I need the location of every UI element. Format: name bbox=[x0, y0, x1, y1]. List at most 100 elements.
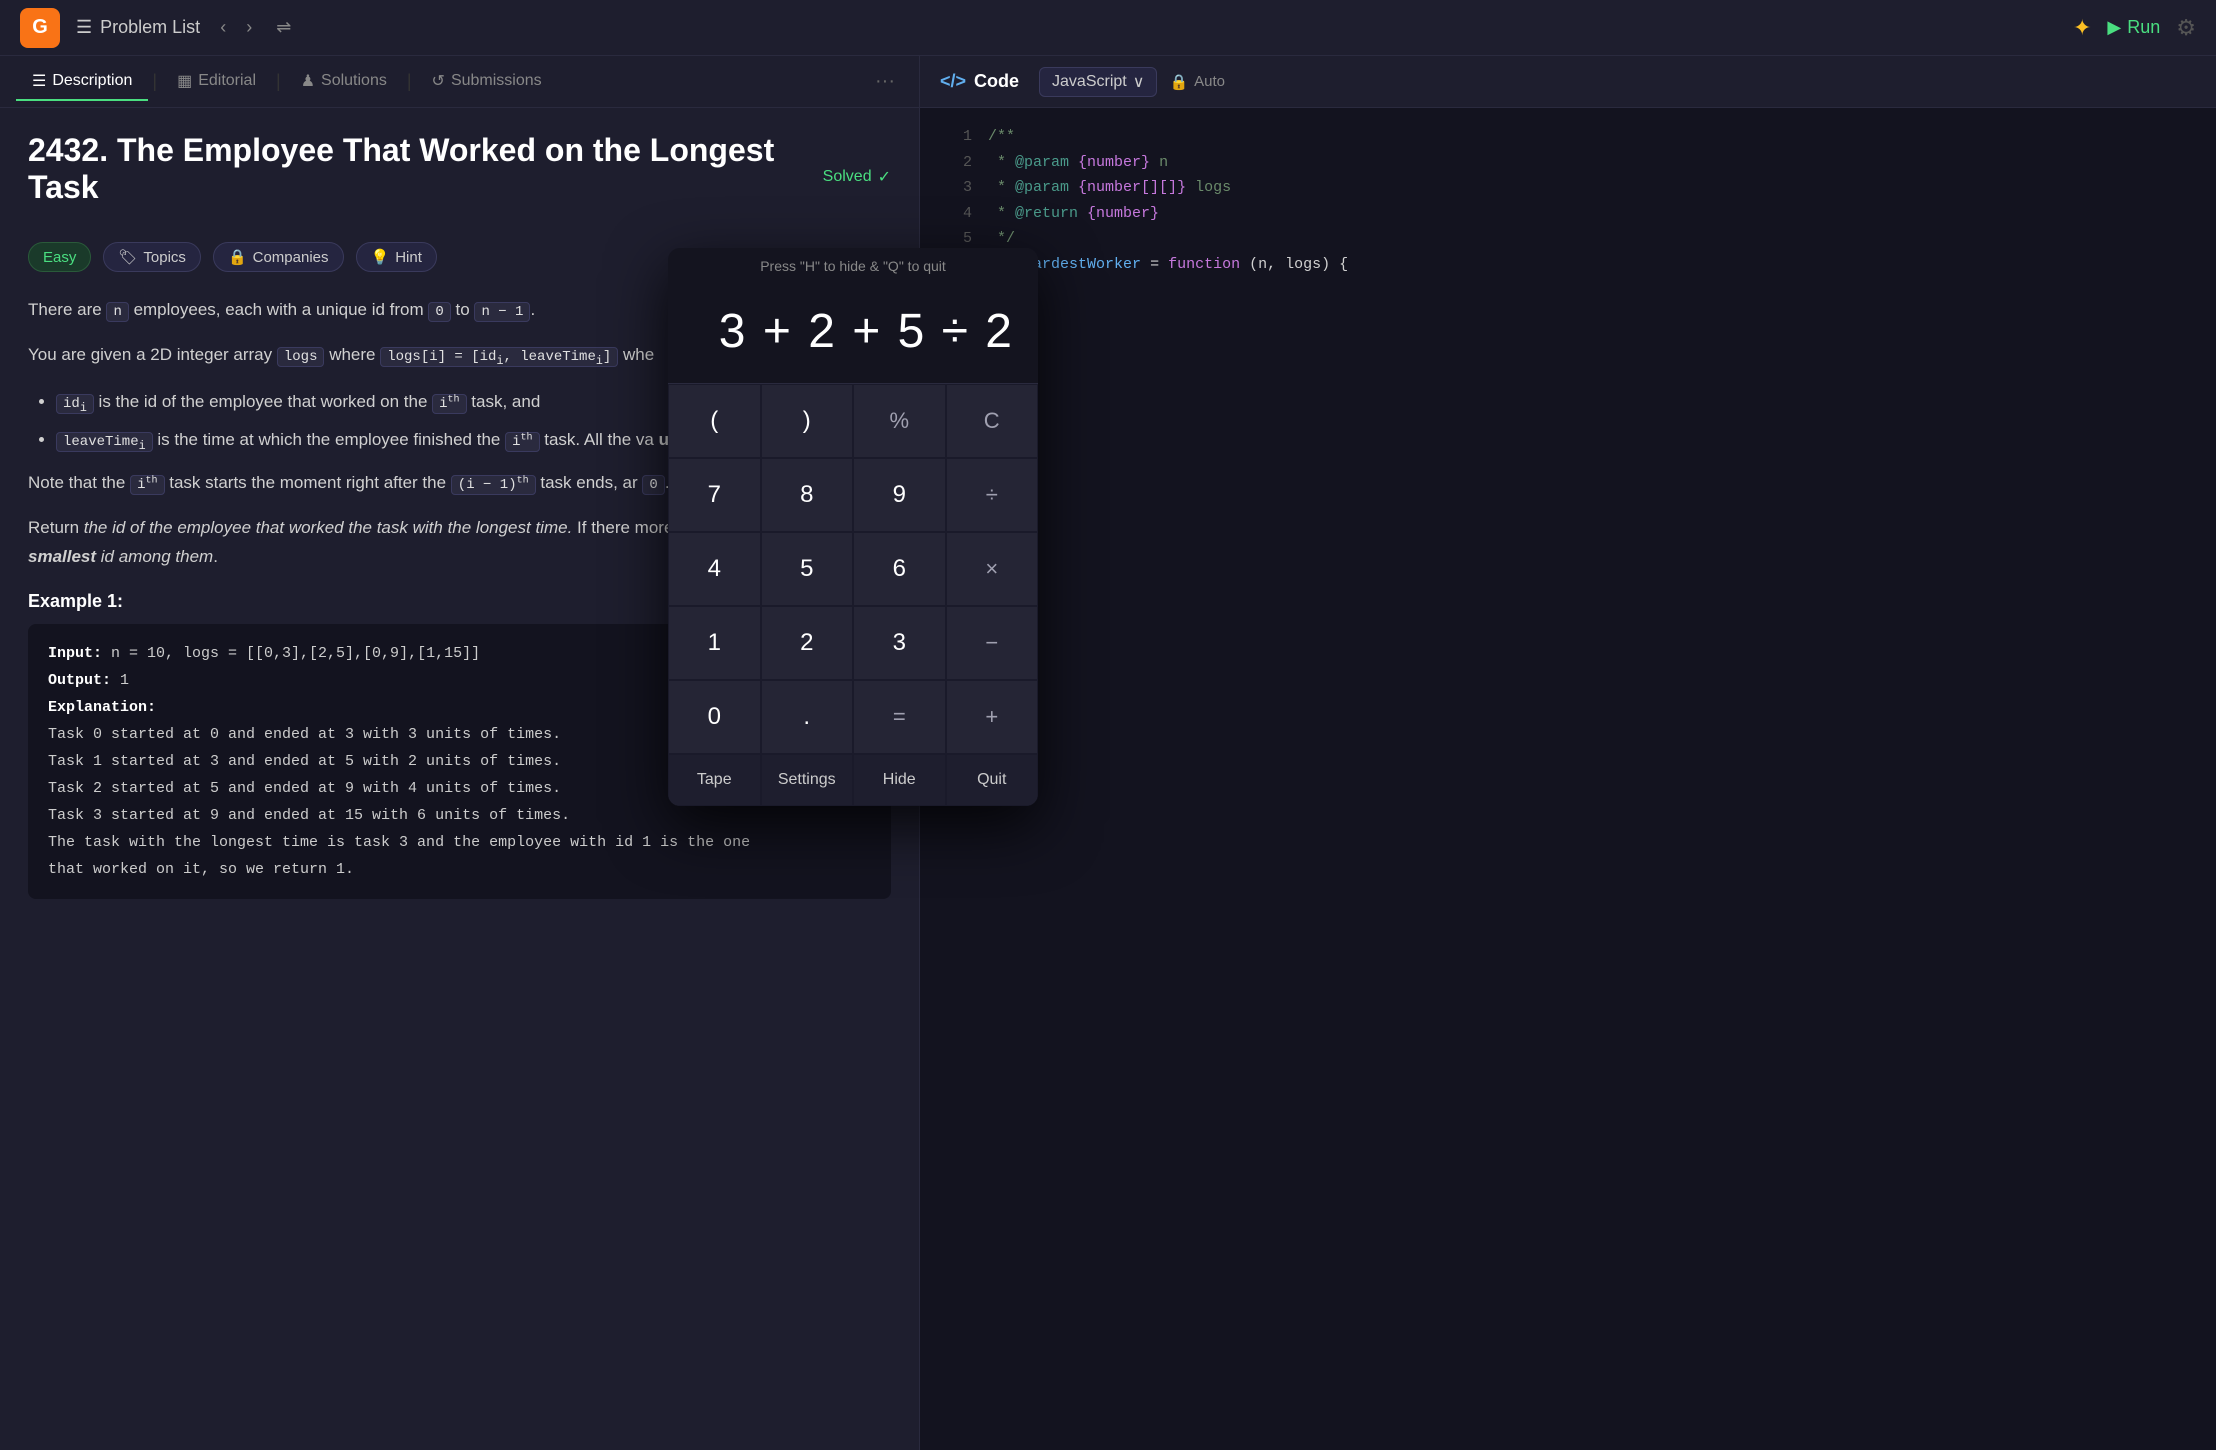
calc-0[interactable]: 0 bbox=[668, 680, 761, 754]
problem-title: 2432. The Employee That Worked on the Lo… bbox=[28, 132, 803, 206]
right-panel: </> Code JavaScript ∨ 🔒 Auto 1 /** 2 * @… bbox=[920, 56, 2216, 1450]
code-line-6: 6 var hardestWorker = function (n, logs)… bbox=[936, 252, 2200, 278]
calc-7[interactable]: 7 bbox=[668, 458, 761, 532]
calc-3[interactable]: 3 bbox=[853, 606, 946, 680]
tab-sep-1: | bbox=[152, 71, 157, 92]
top-bar: G ☰ Problem List ‹ › ⇌ ✦ ▶ Run ⚙ bbox=[0, 0, 2216, 56]
calc-6[interactable]: 6 bbox=[853, 532, 946, 606]
code-leavetime: leaveTimei bbox=[56, 432, 153, 452]
problem-number: 2432 bbox=[28, 132, 99, 168]
tab-solutions[interactable]: ♟ Solutions bbox=[285, 63, 403, 101]
calc-5[interactable]: 5 bbox=[761, 532, 854, 606]
companies-tag[interactable]: 🔒 Companies bbox=[213, 242, 344, 272]
tabs-bar: ☰ Description | ▦ Editorial | ♟ Solution… bbox=[0, 56, 919, 108]
calc-equals[interactable]: = bbox=[853, 680, 946, 754]
logo: G bbox=[20, 8, 60, 48]
calc-4[interactable]: 4 bbox=[668, 532, 761, 606]
calc-multiply[interactable]: × bbox=[946, 532, 1039, 606]
code-bracket-icon: </> bbox=[940, 71, 966, 92]
code-ith-2: ith bbox=[505, 432, 539, 452]
calc-8[interactable]: 8 bbox=[761, 458, 854, 532]
solutions-icon: ♟ bbox=[301, 71, 315, 91]
code-0: 0 bbox=[428, 302, 450, 322]
nav-arrows: ‹ › ⇌ bbox=[212, 13, 299, 42]
tab-editorial[interactable]: ▦ Editorial bbox=[161, 63, 272, 101]
chevron-down-icon: ∨ bbox=[1133, 72, 1145, 92]
problem-list-text: Problem List bbox=[100, 17, 200, 38]
language-selector[interactable]: JavaScript ∨ bbox=[1039, 67, 1157, 97]
calc-display: 3 + 2 + 5 ÷ 2 bbox=[668, 284, 1038, 384]
auto-label: Auto bbox=[1194, 73, 1225, 90]
calc-plus[interactable]: + bbox=[946, 680, 1039, 754]
coins-button[interactable]: ✦ bbox=[2073, 15, 2091, 41]
solved-badge: Solved ✓ bbox=[823, 167, 891, 187]
tag-icon: 🏷 bbox=[118, 248, 137, 266]
code-idi: idi bbox=[56, 394, 94, 414]
calc-close-paren[interactable]: ) bbox=[761, 384, 854, 458]
code-title: </> Code bbox=[940, 71, 1019, 92]
topics-tag[interactable]: 🏷 Topics bbox=[103, 242, 201, 272]
calc-buttons: ( ) % C 7 8 9 ÷ 4 5 6 × 1 2 3 − 0 . = + … bbox=[668, 384, 1038, 806]
code-nminus1: n − 1 bbox=[474, 302, 530, 322]
calc-open-paren[interactable]: ( bbox=[668, 384, 761, 458]
run-label: Run bbox=[2127, 17, 2160, 38]
code-area[interactable]: 1 /** 2 * @param {number} n 3 * @param {… bbox=[920, 108, 2216, 1450]
code-line-1: 1 /** bbox=[936, 124, 2200, 150]
next-button[interactable]: › bbox=[238, 13, 260, 42]
language-label: JavaScript bbox=[1052, 73, 1127, 91]
tab-sep-3: | bbox=[407, 71, 412, 92]
calc-9[interactable]: 9 bbox=[853, 458, 946, 532]
prev-button[interactable]: ‹ bbox=[212, 13, 234, 42]
companies-icon: 🔒 bbox=[228, 248, 247, 266]
shuffle-button[interactable]: ⇌ bbox=[268, 13, 299, 42]
code-i-minus-1: (i − 1)th bbox=[451, 475, 536, 495]
calc-quit[interactable]: Quit bbox=[946, 754, 1039, 806]
calc-tape[interactable]: Tape bbox=[668, 754, 761, 806]
run-button[interactable]: ▶ Run bbox=[2107, 17, 2160, 38]
hint-tag[interactable]: 💡 Hint bbox=[356, 242, 437, 272]
code-zero-note: 0 bbox=[642, 475, 664, 495]
calc-1[interactable]: 1 bbox=[668, 606, 761, 680]
calc-2[interactable]: 2 bbox=[761, 606, 854, 680]
tab-sep-2: | bbox=[276, 71, 281, 92]
calc-settings[interactable]: Settings bbox=[761, 754, 854, 806]
auto-badge: 🔒 Auto bbox=[1169, 73, 1225, 91]
check-icon: ✓ bbox=[878, 167, 891, 187]
calc-minus[interactable]: − bbox=[946, 606, 1039, 680]
play-icon: ▶ bbox=[2107, 17, 2121, 38]
problem-title-text: The Employee That Worked on the Longest … bbox=[28, 132, 774, 205]
calc-hide[interactable]: Hide bbox=[853, 754, 946, 806]
calculator-overlay: Press "H" to hide & "Q" to quit 3 + 2 + … bbox=[668, 248, 1038, 806]
code-n: n bbox=[106, 302, 128, 322]
code-title-text: Code bbox=[974, 71, 1019, 92]
example-ex-line-4: Task 3 started at 9 and ended at 15 with… bbox=[48, 802, 871, 829]
calc-percent[interactable]: % bbox=[853, 384, 946, 458]
tab-submissions[interactable]: ↺ Submissions bbox=[416, 63, 558, 101]
submissions-icon: ↺ bbox=[432, 71, 445, 91]
problem-list-label: ☰ Problem List bbox=[76, 17, 200, 38]
tab-more-button[interactable]: ··· bbox=[867, 66, 903, 97]
title-row: 2432. The Employee That Worked on the Lo… bbox=[28, 132, 891, 222]
calc-clear[interactable]: C bbox=[946, 384, 1039, 458]
code-line-2: 2 * @param {number} n bbox=[936, 150, 2200, 176]
tab-description[interactable]: ☰ Description bbox=[16, 63, 148, 101]
hint-icon: 💡 bbox=[371, 248, 390, 266]
lock-icon: 🔒 bbox=[1169, 73, 1188, 91]
calc-dot[interactable]: . bbox=[761, 680, 854, 754]
main-layout: ☰ Description | ▦ Editorial | ♟ Solution… bbox=[0, 56, 2216, 1450]
example-ex-line-5: The task with the longest time is task 3… bbox=[48, 829, 871, 856]
calc-hint: Press "H" to hide & "Q" to quit bbox=[668, 248, 1038, 284]
smallest-bold: smallest bbox=[28, 547, 96, 566]
code-line-5: 5 */ bbox=[936, 226, 2200, 252]
calc-divide[interactable]: ÷ bbox=[946, 458, 1039, 532]
code-line-3: 3 * @param {number[][]} logs bbox=[936, 175, 2200, 201]
menu-icon: ☰ bbox=[76, 17, 92, 38]
settings-icon[interactable]: ⚙ bbox=[2176, 15, 2196, 41]
example-ex-line-6: that worked on it, so we return 1. bbox=[48, 856, 871, 883]
code-ith-1: ith bbox=[432, 394, 466, 414]
code-logs: logs bbox=[277, 347, 325, 367]
description-icon: ☰ bbox=[32, 71, 46, 91]
difficulty-tag[interactable]: Easy bbox=[28, 242, 91, 272]
top-right: ✦ ▶ Run ⚙ bbox=[2073, 15, 2196, 41]
return-italic: the id of the employee that worked the t… bbox=[84, 518, 573, 537]
